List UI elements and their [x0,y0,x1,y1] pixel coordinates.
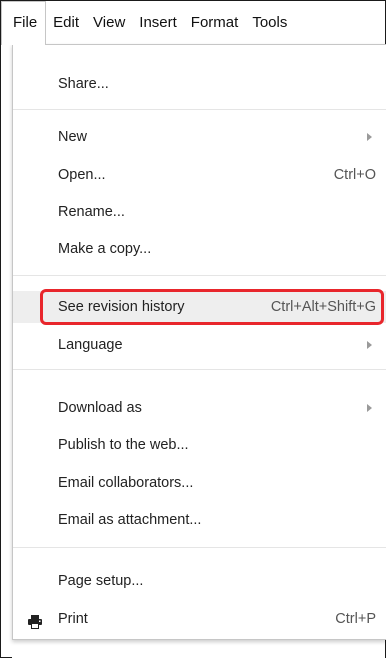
menu-item-page-setup[interactable]: Page setup... [13,566,386,596]
menu-item-label: Share... [58,76,109,92]
screenshot-frame: File Edit View Insert Format Tools Share… [0,0,386,658]
menu-item-label: New [58,129,88,145]
menu-tools[interactable]: Tools [245,1,294,45]
menu-item-label: Publish to the web... [58,437,189,453]
menu-item-label: Rename... [58,204,125,220]
menu-item-open[interactable]: Open... Ctrl+O [13,160,386,190]
shortcut-label: Ctrl+P [335,611,376,627]
menu-item-label: Language [58,337,123,353]
printer-icon [27,611,43,629]
menu-item-make-copy[interactable]: Make a copy... [13,234,386,264]
menu-separator [13,547,386,548]
menu-item-email-attachment[interactable]: Email as attachment... [13,505,386,535]
menu-item-publish[interactable]: Publish to the web... [13,430,386,460]
menu-item-email-collaborators[interactable]: Email collaborators... [13,468,386,498]
menu-edit[interactable]: Edit [46,1,86,45]
shortcut-label: Ctrl+O [333,167,376,183]
menu-insert[interactable]: Insert [132,1,184,45]
menu-item-share[interactable]: Share... [13,69,386,99]
menu-separator [13,109,386,110]
menu-item-label: Download as [58,400,142,416]
menu-item-label: Print [58,611,88,627]
menu-item-label: Make a copy... [58,241,152,257]
menu-item-language[interactable]: Language [13,330,386,360]
chevron-right-icon [367,404,372,412]
file-menu-dropdown: Share... New Open... Ctrl+O Rename... Ma… [12,44,386,640]
menu-format[interactable]: Format [184,1,246,45]
menu-item-new[interactable]: New [13,122,386,152]
menu-item-rename[interactable]: Rename... [13,197,386,227]
menu-item-label: Email collaborators... [58,475,194,491]
menu-item-label: Page setup... [58,573,144,589]
menu-file[interactable]: File [1,1,47,45]
shortcut-label: Ctrl+Alt+Shift+G [270,299,376,315]
menu-item-print[interactable]: Print Ctrl+P [13,604,386,634]
menu-item-label: Email as attachment... [58,512,202,528]
menu-separator [13,275,386,276]
chevron-right-icon [367,341,372,349]
menu-view[interactable]: View [86,1,132,45]
menu-item-revision-history[interactable]: See revision history Ctrl+Alt+Shift+G [13,291,386,323]
menu-item-label: Open... [58,167,106,183]
menu-item-download-as[interactable]: Download as [13,393,386,423]
menu-item-label: See revision history [58,299,185,315]
document-edge [12,639,385,658]
menubar: File Edit View Insert Format Tools [1,1,385,45]
menu-separator [13,369,386,370]
chevron-right-icon [367,133,372,141]
